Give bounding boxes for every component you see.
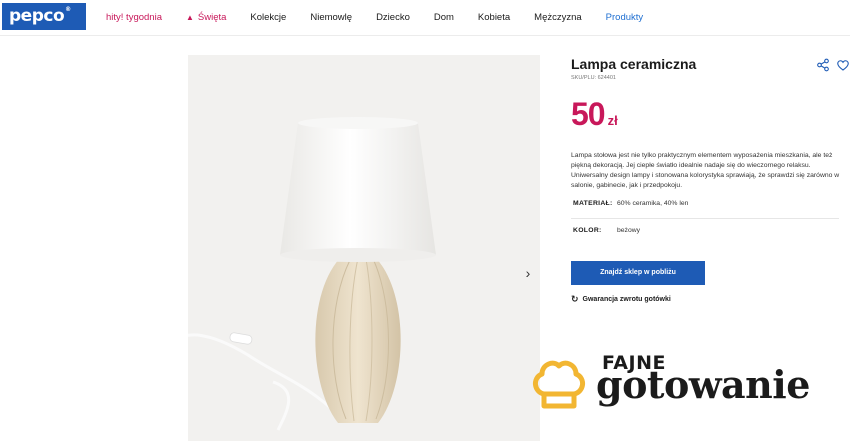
heart-icon[interactable] [836,58,850,72]
main-navigation: hity! tygodnia ▲ Święta Kolekcje Niemowlę… [106,12,667,23]
fajne-gotowanie-watermark: FAJNE gotowanie [530,350,840,430]
attribute-row-material: MATERIAŁ: 60% ceramika, 40% len [571,193,839,219]
nav-item-dziecko[interactable]: Dziecko [376,12,410,23]
nav-item-hity-tygodnia[interactable]: hity! tygodnia [106,12,162,23]
watermark-line2: gotowanie [596,362,810,407]
site-header: pepco® hity! tygodnia ▲ Święta Kolekcje N… [0,0,850,36]
guarantee-label: Gwarancja zwrotu gotówki [582,296,671,303]
product-actions [810,58,850,72]
price-value: 50 [571,96,606,132]
christmas-bell-icon: ▲ [185,13,194,22]
pepco-logo[interactable]: pepco® [2,3,86,30]
gallery-next-button[interactable]: › [518,263,538,283]
product-sku: SKU/PLU: 624401 [571,75,616,81]
nav-item-swieta[interactable]: ▲ Święta [186,12,226,23]
nav-item-kobieta[interactable]: Kobieta [478,12,510,23]
product-title: Lampa ceramiczna [571,56,697,72]
refresh-icon: ↻ [571,294,579,304]
share-icon[interactable] [816,58,830,72]
nav-item-swieta-label: Święta [197,12,227,23]
product-price: 50 zł [571,96,618,139]
nav-item-mezczyzna[interactable]: Mężczyzna [534,12,582,23]
nav-item-niemowle[interactable]: Niemowlę [310,12,352,23]
logo-registered-mark: ® [65,6,71,13]
ceramic-lamp-illustration [188,117,436,431]
attribute-key: MATERIAŁ: [573,200,613,207]
price-currency: zł [607,113,618,128]
product-description: Lampa stołowa jest nie tylko praktycznym… [571,152,840,189]
product-info: Lampa ceramiczna [571,56,843,72]
find-store-button[interactable]: Znajdź sklep w pobliżu [571,261,705,285]
attribute-value: beżowy [617,227,641,234]
chevron-right-icon: › [525,265,531,281]
nav-item-dom[interactable]: Dom [434,12,454,23]
attribute-row-color: KOLOR: beżowy [571,220,839,246]
attribute-key: KOLOR: [573,227,602,234]
product-image[interactable] [188,55,540,441]
logo-text: pepco [9,6,65,26]
nav-item-kolekcje[interactable]: Kolekcje [250,12,286,23]
nav-item-produkty[interactable]: Produkty [606,12,644,23]
chef-hat-icon [533,360,585,409]
attribute-value: 60% ceramika, 40% len [617,200,689,207]
money-back-guarantee[interactable]: ↻ Gwarancja zwrotu gotówki [571,294,671,305]
